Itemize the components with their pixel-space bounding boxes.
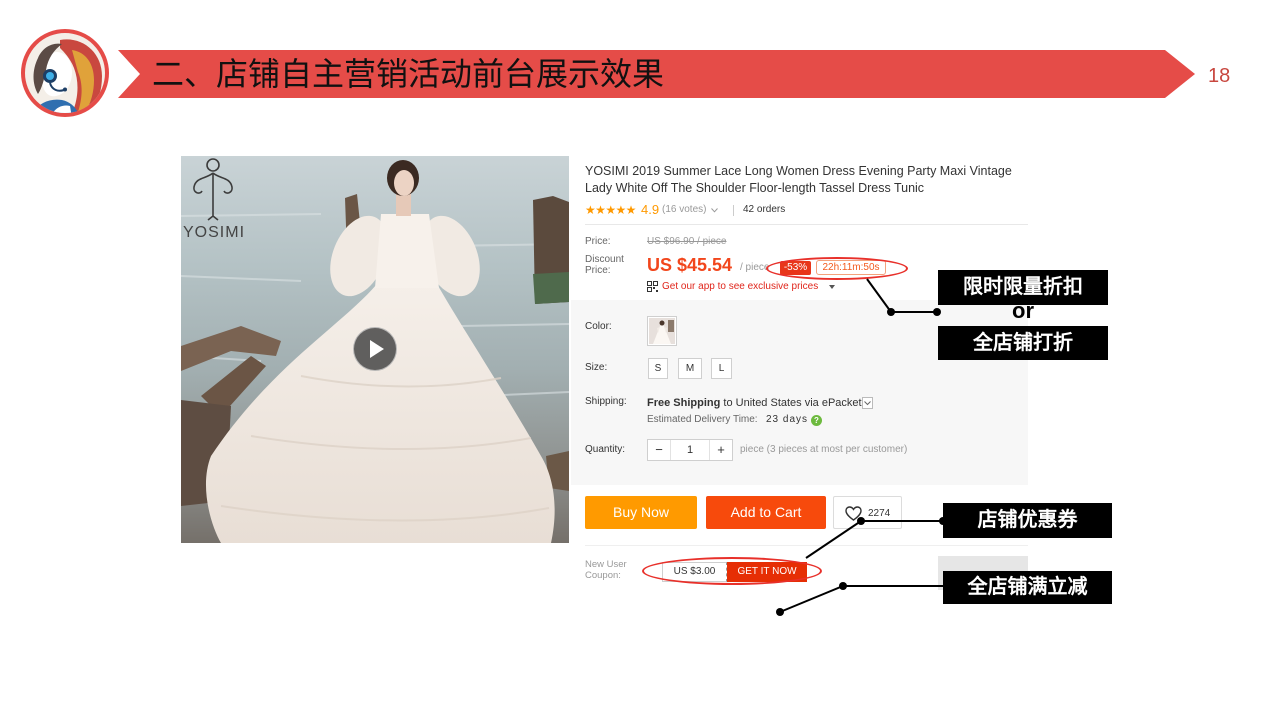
rating-votes[interactable]: (16 votes) <box>662 204 706 216</box>
color-swatch[interactable] <box>647 316 677 346</box>
coupon-divider <box>585 545 1028 546</box>
customer-service-logo <box>20 28 110 118</box>
add-to-cart-button[interactable]: Add to Cart <box>706 496 826 529</box>
size-option-s[interactable]: S <box>648 358 668 379</box>
quantity-label: Quantity: <box>585 444 626 455</box>
brand-logo-icon <box>193 158 233 221</box>
shipping-destination-text: to United States via ePacket <box>720 397 862 409</box>
color-swatch-image <box>649 318 675 344</box>
product-photo[interactable]: YOSIMI <box>181 156 569 543</box>
shipping-free-text: Free Shipping <box>647 397 721 409</box>
size-label: Size: <box>585 362 608 373</box>
color-label: Color: <box>585 321 612 332</box>
shipping-method[interactable]: Free Shipping to United States via ePack… <box>647 397 862 410</box>
video-play-button[interactable] <box>353 327 397 371</box>
brand-logo: YOSIMI <box>182 156 244 246</box>
rating-divider <box>733 205 734 216</box>
wishlist-button[interactable]: 2274 <box>833 496 902 529</box>
connector-dot <box>839 582 847 590</box>
chevron-down-icon <box>864 401 871 406</box>
brand-logo-text: YOSIMI <box>183 224 246 241</box>
original-price: US $96.90 / piece <box>647 236 727 247</box>
store-wide-discount-label: 全店铺打折 <box>938 326 1108 360</box>
coupon-highlight-ellipse <box>642 557 822 585</box>
size-option-l[interactable]: L <box>711 358 732 379</box>
quantity-stepper: − 1 + <box>647 439 733 461</box>
price-label: Price: <box>585 236 611 247</box>
shipping-label: Shipping: <box>585 396 627 407</box>
quantity-note: piece (3 pieces at most per customer) <box>740 444 908 455</box>
help-icon[interactable]: ? <box>811 415 822 426</box>
orders-count: 42 orders <box>743 204 786 215</box>
or-text: or <box>1012 298 1034 323</box>
connector-dot <box>776 608 784 616</box>
quantity-input[interactable]: 1 <box>670 440 710 460</box>
new-user-coupon-label: New User Coupon: <box>585 559 627 581</box>
discount-highlight-ellipse <box>766 257 908 280</box>
delivery-time-label: Estimated Delivery Time: <box>647 414 758 425</box>
play-icon <box>370 340 384 358</box>
store-full-reduction-label: 全店铺满立减 <box>943 571 1112 604</box>
rating-stars: ★★★★★ <box>585 203 636 217</box>
product-title: YOSIMI 2019 Summer Lace Long Women Dress… <box>585 164 1012 195</box>
slide-title: 二、店铺自主营销活动前台展示效果 <box>152 56 665 92</box>
qr-code-icon <box>647 281 658 292</box>
discount-price: US $45.54 <box>647 255 733 275</box>
section-divider <box>585 224 1028 225</box>
buy-now-button[interactable]: Buy Now <box>585 496 697 529</box>
store-coupon-label: 店铺优惠券 <box>943 503 1112 538</box>
discount-price-label: Discount Price: <box>585 254 624 276</box>
quantity-increase-button[interactable]: + <box>710 440 732 460</box>
quantity-decrease-button[interactable]: − <box>648 440 670 460</box>
page-number: 18 <box>1208 65 1231 87</box>
shipping-dropdown[interactable] <box>862 397 873 409</box>
wishlist-count: 2274 <box>868 508 891 519</box>
caret-down-icon[interactable] <box>829 285 835 289</box>
size-option-m[interactable]: M <box>678 358 702 379</box>
delivery-days: 23 days <box>766 414 809 425</box>
chevron-down-icon[interactable] <box>711 208 718 213</box>
full-reduction-connector <box>779 585 943 613</box>
heart-icon <box>845 506 862 521</box>
app-promo-link[interactable]: Get our app to see exclusive prices <box>662 281 818 293</box>
rating-score: 4.9 <box>641 202 660 217</box>
